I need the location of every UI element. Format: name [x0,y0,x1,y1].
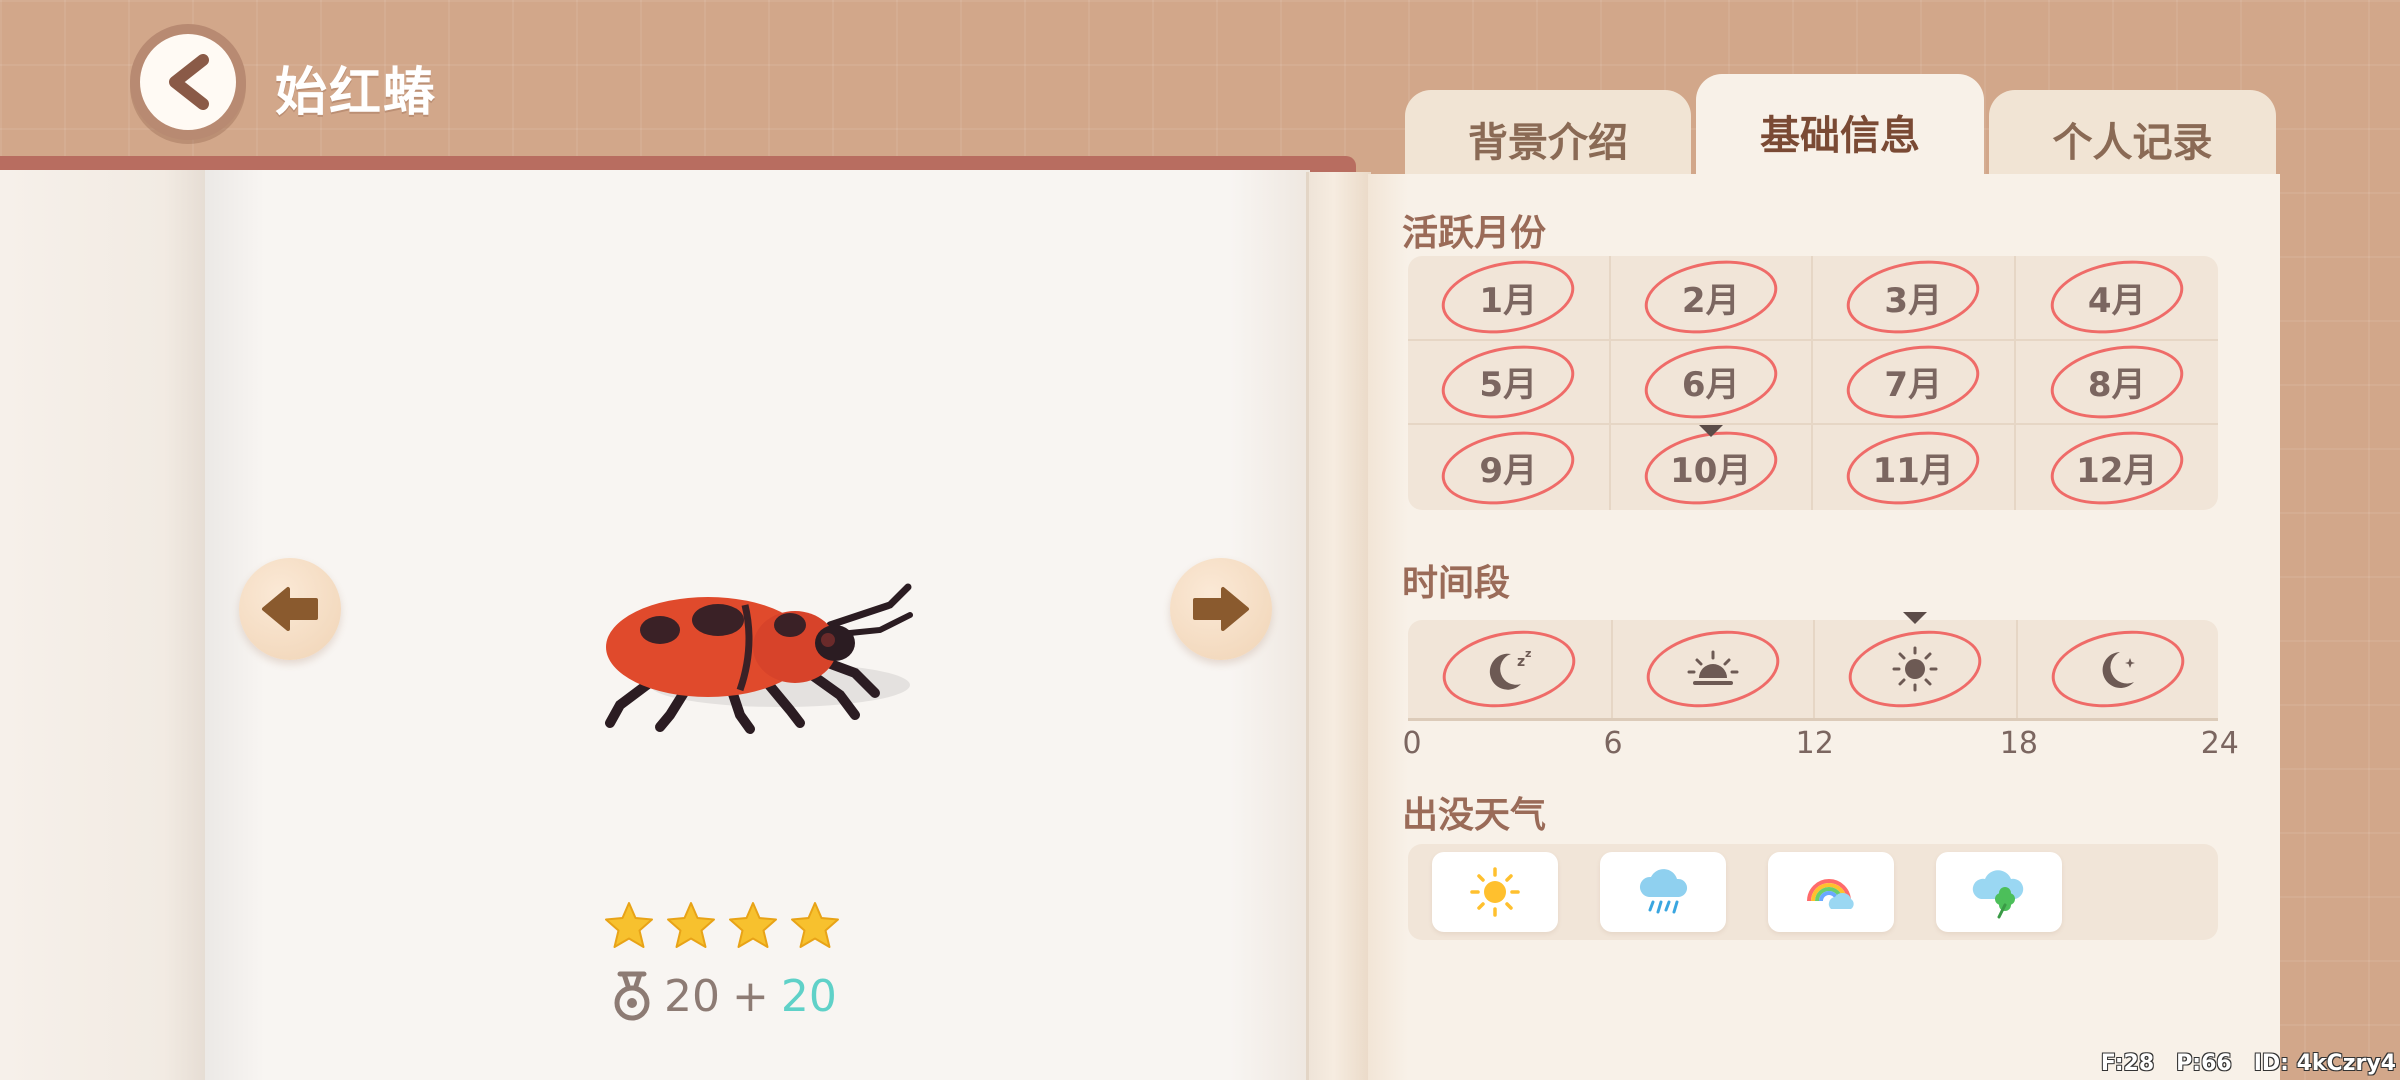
month-label: 11月 [1872,451,1954,492]
month-label: 4月 [2087,280,2146,321]
month-cell-current: 10月 [1611,421,1813,514]
month-cell: 3月 [1813,251,2016,344]
time-tick: 18 [1999,726,2038,761]
time-slot-night: z z [1408,620,1611,718]
fps-readout: F:28 [2100,1051,2155,1076]
weather-card [1600,852,1726,932]
tab-basic-info[interactable]: 基础信息 [1696,74,1984,190]
month-label: 12月 [2076,451,2158,492]
sunny-icon [1470,867,1520,917]
active-time-slots: z z [1408,612,2219,721]
month-label: 7月 [1884,365,1943,406]
month-cell: 1月 [1408,251,1611,344]
reward-plus: + [732,970,769,1022]
weather-card [1936,852,2062,932]
star-icon [729,902,777,948]
back-arrow-icon [169,54,209,110]
moon-icon [2102,652,2135,688]
month-label: 6月 [1681,365,1740,406]
ping-readout: P:66 [2176,1051,2232,1076]
months-title: 活跃月份 [1402,213,1547,254]
player-id: ID: 4kCzry4 [2253,1051,2396,1076]
sunrise-icon [1687,650,1739,685]
basic-info-panel: 活跃月份 1月 2月 3月 4月 5月 6月 7月 8月 9月 10月 11月 … [1368,174,2280,1080]
svg-text:z: z [1517,654,1525,670]
reward-line: 20 + 20 [612,970,837,1022]
red-beetle-insect [590,555,930,735]
time-slot-day [1813,612,2016,718]
rainbow-icon [1807,879,1854,909]
current-month-marker-icon [1698,425,1723,438]
time-slot-morning [1610,620,1814,718]
month-cell: 9月 [1408,421,1611,514]
month-label: 2月 [1681,280,1740,321]
month-cell: 8月 [2015,335,2218,429]
time-slot-evening [2015,620,2219,718]
time-tick: 12 [1795,726,1834,761]
active-months-grid: 1月 2月 3月 4月 5月 6月 7月 8月 9月 10月 11月 12月 [1408,251,2219,514]
arrow-left-icon [262,587,318,631]
time-title: 时间段 [1402,563,1511,604]
arrow-right-icon [1193,587,1249,631]
month-cell: 12月 [2016,421,2219,514]
month-cell: 11月 [1813,421,2016,514]
month-label: 10月 [1670,451,1752,492]
book-spine [1306,172,1371,1080]
clover-cloud-icon [1972,870,2024,919]
time-tick: 0 [1402,726,1422,761]
time-tick: 6 [1603,726,1623,761]
prev-creature-button[interactable] [239,558,341,660]
rain-icon [1639,869,1688,914]
month-label: 9月 [1479,451,1538,492]
month-cell: 2月 [1610,251,1813,344]
star-icon [791,902,839,948]
star-icon [667,902,715,948]
weather-list [1408,844,2218,940]
rarity-stars [603,900,841,952]
sun-icon [1892,646,1938,692]
month-label: 8月 [2087,365,2146,406]
reward-base: 20 [664,970,720,1022]
back-button[interactable] [130,24,246,140]
month-cell: 5月 [1408,335,1611,429]
moon-zzz-icon: z z [1490,647,1532,690]
reward-bonus: 20 [780,970,837,1022]
medal-icon [614,971,650,1021]
star-icon [605,902,653,948]
time-tick: 24 [2200,726,2239,761]
month-cell: 4月 [2015,251,2218,344]
month-cell: 6月 [1610,335,1813,429]
month-label: 1月 [1479,280,1538,321]
weather-title: 出没天气 [1402,795,1547,836]
weather-card [1768,852,1894,932]
page-title: 始红蝽 [275,63,438,123]
svg-text:z: z [1525,647,1531,660]
time-axis: 0 6 12 18 24 [1403,726,2239,766]
month-label: 3月 [1884,280,1943,321]
weather-card [1432,852,1558,932]
debug-overlay: F:28 P:66 ID: 4kCzry4 [2101,1051,2396,1076]
current-time-marker-icon [1903,612,1928,624]
month-label: 5月 [1479,365,1538,406]
next-creature-button[interactable] [1170,558,1272,660]
month-cell: 7月 [1813,335,2016,429]
